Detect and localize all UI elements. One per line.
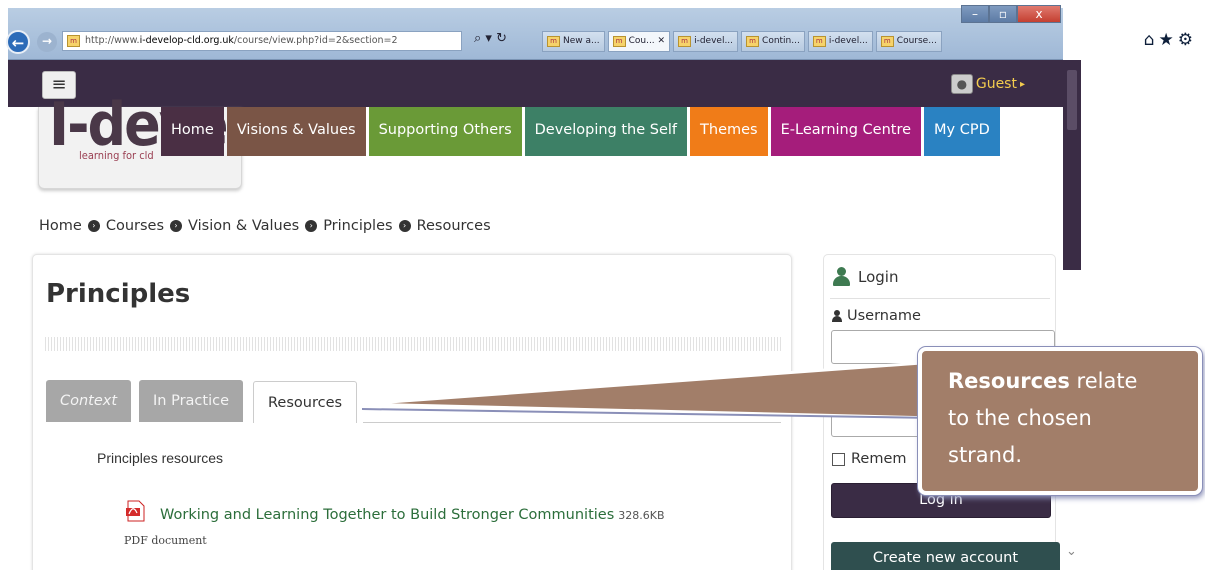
- breadcrumb-item[interactable]: Principles: [323, 218, 392, 234]
- url-host: i-develop-cld.org.uk: [139, 35, 234, 46]
- window-controls: – ▫ x: [961, 5, 1061, 23]
- home-star-gear-icons[interactable]: ⌂★⚙: [1144, 30, 1197, 50]
- favicon-icon: m: [746, 36, 760, 47]
- browser-tab[interactable]: m i-devel...: [673, 31, 739, 52]
- browser-tab[interactable]: m i-devel...: [807, 31, 873, 52]
- login-heading: Login: [832, 267, 898, 286]
- browser-tab-label: i-devel...: [694, 36, 734, 46]
- user-small-icon: [832, 310, 842, 322]
- create-account-button[interactable]: Create new account: [831, 542, 1060, 570]
- username-label-text: Username: [847, 308, 921, 324]
- breadcrumb-item[interactable]: Vision & Values: [188, 218, 299, 234]
- menu-item-visions-values[interactable]: Visions & Values: [226, 107, 366, 156]
- favicon-icon: m: [812, 36, 826, 47]
- avatar: ●: [950, 74, 973, 94]
- browser-tab-label: Contin...: [762, 36, 800, 46]
- callout-line-2: to the chosen: [948, 406, 1092, 430]
- breadcrumb-item[interactable]: Courses: [106, 218, 164, 234]
- callout-line-3: strand.: [948, 443, 1022, 467]
- menu-item-my-cpd[interactable]: My CPD: [924, 107, 1000, 156]
- chevron-right-icon: ›: [170, 220, 183, 232]
- browser-tab[interactable]: m New a...: [542, 31, 605, 52]
- title-divider: [45, 337, 781, 351]
- browser-tab-label: Cou... ✕: [628, 36, 666, 46]
- url-prefix: http://www.: [85, 35, 140, 46]
- favicon-icon: m: [67, 35, 80, 47]
- login-heading-text: Login: [858, 267, 899, 286]
- favicon-icon: m: [547, 36, 560, 47]
- divider: [830, 298, 1050, 299]
- menu-item-developing-self[interactable]: Developing the Self: [524, 107, 688, 156]
- tab-in-practice[interactable]: In Practice: [139, 380, 243, 422]
- document-type: PDF document: [124, 534, 207, 547]
- breadcrumb-item[interactable]: Home: [39, 218, 82, 234]
- menu-item-home[interactable]: Home: [161, 107, 224, 156]
- forward-button[interactable]: →: [37, 32, 57, 52]
- address-bar[interactable]: m http://www.i-develop-cld.org.uk/course…: [62, 31, 462, 51]
- pdf-icon: [126, 500, 145, 522]
- remember-username[interactable]: Remem: [832, 451, 907, 467]
- favicon-icon: m: [612, 36, 626, 47]
- browser-tab-active[interactable]: m Cou... ✕: [607, 31, 671, 52]
- section-label: Principles resources: [97, 450, 224, 466]
- callout-bold: Resources: [948, 369, 1070, 393]
- address-tools[interactable]: ⌕ ▾ ↻: [474, 31, 507, 46]
- caret-right-icon: ▸: [1019, 78, 1025, 90]
- menu-item-supporting-others[interactable]: Supporting Others: [368, 107, 522, 156]
- callout-text: relate: [1069, 369, 1138, 393]
- browser-tab-label: New a...: [563, 36, 600, 46]
- chevron-down-icon[interactable]: ⌄: [1066, 544, 1077, 559]
- menu-item-themes[interactable]: Themes: [690, 107, 768, 156]
- close-window-button[interactable]: x: [1017, 5, 1061, 23]
- logo-subtitle: learning for cld: [79, 149, 154, 162]
- remember-label: Remem: [851, 451, 907, 467]
- chevron-right-icon: ›: [398, 220, 411, 232]
- remember-checkbox[interactable]: [832, 452, 845, 466]
- tab-context[interactable]: Context: [46, 380, 132, 422]
- annotation-callout: Resources relate to the chosen strand.: [918, 347, 1202, 495]
- url-path: /course/view.php?id=2&section=2: [233, 35, 398, 46]
- browser-tab-label: Course...: [896, 36, 937, 46]
- callout-line-1: Resources relate: [948, 363, 1198, 400]
- tab-underline: [363, 422, 781, 423]
- chevron-right-icon: ›: [305, 220, 318, 232]
- back-button[interactable]: ←: [6, 30, 30, 54]
- user-name: Guest: [975, 76, 1017, 92]
- minimize-button[interactable]: –: [961, 5, 989, 23]
- tab-resources[interactable]: Resources: [253, 381, 358, 423]
- browser-tabs: m New a... m Cou... ✕ m i-devel... m Contin.…: [542, 31, 942, 52]
- main-menu: Home Visions & Values Supporting Others …: [161, 107, 1000, 156]
- browser-tab[interactable]: m Course...: [875, 31, 942, 52]
- chevron-right-icon: ›: [87, 220, 100, 232]
- user-menu[interactable]: ● Guest ▸: [950, 74, 1025, 94]
- breadcrumb: Home › Courses › Vision & Values › Princ…: [39, 218, 491, 234]
- document-link[interactable]: Working and Learning Together to Build S…: [160, 507, 665, 523]
- favicon-icon: m: [880, 36, 894, 47]
- document-name[interactable]: Working and Learning Together to Build S…: [160, 507, 614, 523]
- browser-tab-label: i-devel...: [828, 36, 868, 46]
- username-label: Username: [832, 308, 921, 324]
- maximize-button[interactable]: ▫: [989, 5, 1017, 23]
- page-title: Principles: [46, 279, 191, 309]
- scrollbar-thumb[interactable]: [1067, 70, 1077, 130]
- menu-item-elearning-centre[interactable]: E-Learning Centre: [770, 107, 922, 156]
- main-content-card: Principles Context In Practice Resources…: [32, 254, 792, 570]
- browser-tab[interactable]: m Contin...: [741, 31, 805, 52]
- document-size: 328.6KB: [618, 509, 665, 522]
- breadcrumb-item-current: Resources: [416, 218, 491, 234]
- user-icon: [832, 267, 850, 286]
- favicon-icon: m: [678, 36, 692, 47]
